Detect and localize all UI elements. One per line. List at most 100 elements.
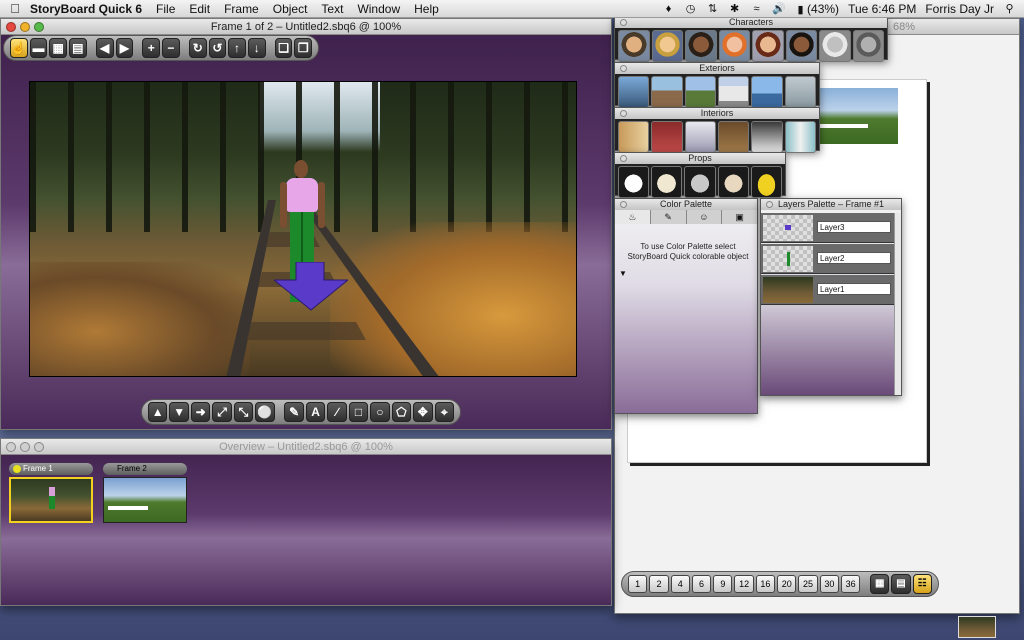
next-frame-icon[interactable]: ▶ bbox=[115, 38, 134, 58]
close-button[interactable] bbox=[6, 22, 16, 32]
frame-canvas[interactable] bbox=[29, 81, 577, 377]
apple-menu-icon[interactable]:  bbox=[0, 1, 30, 16]
menu-object[interactable]: Object bbox=[273, 2, 308, 16]
props-palette-close[interactable] bbox=[620, 155, 627, 162]
character-tile[interactable] bbox=[718, 30, 750, 62]
menu-help[interactable]: Help bbox=[414, 2, 439, 16]
menu-frame[interactable]: Frame bbox=[224, 2, 259, 16]
line-tool-icon[interactable]: ∕ bbox=[327, 402, 347, 422]
crop-tool-icon[interactable]: ⌖ bbox=[434, 402, 454, 422]
interior-tile[interactable] bbox=[717, 121, 750, 153]
character-tile[interactable] bbox=[752, 30, 784, 62]
expand-icon[interactable]: ⤡ bbox=[233, 402, 254, 422]
grid-view-icon[interactable]: ▦ bbox=[870, 574, 890, 594]
interior-tile[interactable] bbox=[684, 121, 716, 153]
minimize-button[interactable] bbox=[20, 22, 30, 32]
character-tile[interactable] bbox=[685, 30, 717, 62]
interior-tile[interactable] bbox=[751, 121, 783, 153]
overview-frame-1[interactable]: Frame 1 bbox=[9, 463, 93, 525]
menu-file[interactable]: File bbox=[156, 2, 175, 16]
layout-2-button[interactable]: 2 bbox=[649, 575, 669, 593]
menu-text[interactable]: Text bbox=[321, 2, 343, 16]
bluetooth-icon[interactable]: ✱ bbox=[728, 3, 741, 15]
camera-icon[interactable] bbox=[684, 166, 716, 198]
menu-clock[interactable]: Tue 6:46 PM bbox=[848, 2, 916, 16]
disclosure-arrow-icon[interactable]: ▼ bbox=[619, 269, 627, 278]
character-tile[interactable] bbox=[785, 30, 817, 62]
polygon-tool-icon[interactable]: ⬠ bbox=[391, 402, 412, 422]
direction-arrow-graphic[interactable] bbox=[274, 262, 348, 312]
grid-frames-view-icon[interactable]: ▦ bbox=[49, 38, 67, 58]
interior-tile[interactable] bbox=[618, 121, 650, 153]
color-palette-titlebar[interactable]: Color Palette bbox=[615, 199, 757, 210]
overview-minimize-button[interactable] bbox=[20, 442, 30, 452]
volume-icon[interactable]: 🔊 bbox=[772, 3, 786, 15]
menu-window[interactable]: Window bbox=[357, 2, 400, 16]
layout-20-button[interactable]: 20 bbox=[777, 575, 797, 593]
speech-balloon-icon[interactable]: ⚪ bbox=[255, 402, 275, 422]
zoom-button[interactable] bbox=[34, 22, 44, 32]
characters-palette-close[interactable] bbox=[620, 19, 627, 26]
sync-icon[interactable]: ⇅ bbox=[706, 3, 719, 15]
layer2-name-field[interactable]: Layer2 bbox=[817, 252, 891, 264]
interiors-palette-close[interactable] bbox=[620, 110, 627, 117]
frame-1-tab[interactable]: Frame 1 bbox=[9, 463, 93, 475]
transform-tool-icon[interactable]: ✥ bbox=[413, 402, 433, 422]
layout-4-button[interactable]: 4 bbox=[670, 575, 690, 593]
single-frame-view-icon[interactable]: ▬ bbox=[29, 38, 48, 58]
layer-row[interactable]: Layer3 bbox=[761, 213, 895, 243]
character-tile[interactable] bbox=[618, 30, 650, 62]
frame-2-thumbnail[interactable] bbox=[103, 477, 187, 523]
app-menu[interactable]: StoryBoard Quick 6 bbox=[30, 2, 142, 16]
interiors-palette-titlebar[interactable]: Interiors bbox=[615, 108, 819, 119]
vehicle-icon[interactable]: ▣ bbox=[722, 210, 757, 224]
layout-16-button[interactable]: 16 bbox=[755, 575, 776, 593]
character-tile[interactable] bbox=[651, 30, 683, 62]
ellipse-tool-icon[interactable]: ○ bbox=[370, 402, 390, 422]
exterior-tile[interactable] bbox=[717, 76, 750, 108]
layout-12-button[interactable]: 12 bbox=[734, 575, 754, 593]
move-down-icon[interactable]: ▼ bbox=[169, 402, 189, 422]
layers-palette-close[interactable] bbox=[766, 201, 773, 208]
interior-tile[interactable] bbox=[651, 121, 683, 153]
script-view-icon[interactable]: ▤ bbox=[68, 38, 87, 58]
exterior-tile[interactable] bbox=[784, 76, 816, 108]
cup-icon[interactable] bbox=[618, 166, 650, 198]
layout-36-button[interactable]: 36 bbox=[840, 575, 861, 593]
flip-horizontal-icon[interactable]: ↻ bbox=[188, 38, 207, 58]
overview-close-button[interactable] bbox=[6, 442, 16, 452]
characters-palette-titlebar[interactable]: Characters bbox=[615, 17, 887, 28]
remove-frame-icon[interactable]: − bbox=[162, 38, 180, 58]
face-icon[interactable]: ☺ bbox=[686, 210, 723, 224]
list-view-icon[interactable]: ▤ bbox=[891, 574, 911, 594]
layout-6-button[interactable]: 6 bbox=[691, 575, 712, 593]
dropper-icon[interactable]: ✎ bbox=[650, 210, 687, 224]
frame-1-thumbnail[interactable] bbox=[9, 477, 93, 523]
exterior-tile[interactable] bbox=[684, 76, 716, 108]
shrink-icon[interactable]: ⤢ bbox=[212, 402, 232, 422]
rectangle-tool-icon[interactable]: □ bbox=[348, 402, 369, 422]
character-tile[interactable] bbox=[852, 30, 884, 62]
wifi-icon[interactable]: ≈ bbox=[750, 3, 763, 15]
bring-forward-icon[interactable]: ↑ bbox=[228, 38, 246, 58]
dropbox-icon[interactable]: ♦ bbox=[662, 3, 675, 15]
layout-25-button[interactable]: 25 bbox=[798, 575, 818, 593]
frame-editor-titlebar[interactable]: Frame 1 of 2 – Untitled2.sbq6 @ 100% bbox=[1, 19, 611, 35]
dock-minimized-thumbnail[interactable] bbox=[958, 616, 996, 638]
spotlight-search-icon[interactable]: ⚲ bbox=[1003, 3, 1016, 15]
layout-30-button[interactable]: 30 bbox=[819, 575, 839, 593]
frame-2-tab[interactable]: Frame 2 bbox=[103, 463, 187, 475]
add-frame-icon[interactable]: + bbox=[142, 38, 161, 58]
group-icon[interactable]: ❏ bbox=[274, 38, 293, 58]
exterior-tile[interactable] bbox=[751, 76, 783, 108]
overview-titlebar[interactable]: Overview – Untitled2.sbq6 @ 100% bbox=[1, 439, 611, 455]
overview-zoom-button[interactable] bbox=[34, 442, 44, 452]
overview-frame-2[interactable]: Frame 2 bbox=[103, 463, 187, 525]
time-machine-icon[interactable]: ◷ bbox=[684, 3, 697, 15]
user-name[interactable]: Forris Day Jr bbox=[925, 2, 994, 16]
layers-palette-titlebar[interactable]: Layers Palette – Frame #1 bbox=[761, 199, 901, 210]
pointer-tool-icon[interactable]: ☝ bbox=[10, 38, 28, 58]
color-palette-close[interactable] bbox=[620, 201, 627, 208]
layer1-name-field[interactable]: Layer1 bbox=[817, 283, 891, 295]
exterior-tile[interactable] bbox=[618, 76, 650, 108]
